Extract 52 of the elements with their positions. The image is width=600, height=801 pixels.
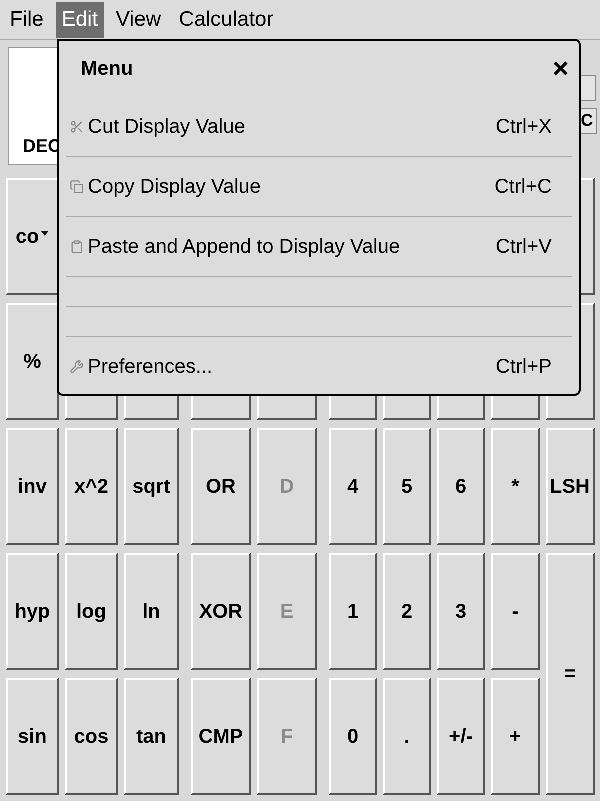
shortcut-label: Ctrl+P <box>496 355 552 380</box>
keypad-button[interactable]: ln <box>124 553 179 670</box>
keypad-button[interactable]: hyp <box>6 553 59 670</box>
clipboard-icon <box>70 240 84 254</box>
menu-item[interactable]: Cut Display Value Ctrl+X <box>66 97 572 157</box>
keypad-button[interactable]: 2 <box>383 553 431 670</box>
menu-title: Menu <box>81 57 134 82</box>
scissors-icon <box>70 120 84 134</box>
dropdown-button[interactable]: co <box>6 178 59 295</box>
keypad-button[interactable]: XOR <box>191 553 251 670</box>
caret-icon <box>41 231 50 236</box>
clear-button[interactable]: C <box>581 108 597 134</box>
keypad-button[interactable]: sin <box>6 678 59 795</box>
keypad-button[interactable]: inv <box>6 428 59 545</box>
keypad-button[interactable]: log <box>65 553 118 670</box>
keypad-button[interactable]: 5 <box>383 428 431 545</box>
keypad-button[interactable]: +/- <box>437 678 485 795</box>
menu-item-label: Copy Display Value <box>88 174 262 200</box>
keypad-button[interactable]: cos <box>65 678 118 795</box>
keypad-button[interactable]: 4 <box>329 428 377 545</box>
shortcut-label: Ctrl+V <box>496 234 552 260</box>
menu-bar-item[interactable]: Calculator <box>173 2 280 38</box>
menu-item-label: Preferences... <box>88 355 214 380</box>
keypad-button[interactable]: = <box>546 553 595 795</box>
menu-bar-item[interactable]: Edit <box>56 2 104 38</box>
keypad-button[interactable]: * <box>491 428 540 545</box>
keypad-button[interactable]: % <box>6 303 59 420</box>
menu-item-label: Cut Display Value <box>88 114 246 140</box>
keypad-button[interactable]: x^2 <box>65 428 118 545</box>
keypad-button[interactable]: OR <box>191 428 251 545</box>
keypad-button[interactable]: 0 <box>329 678 377 795</box>
menu-item[interactable]: Paste and Append to Display Value Ctrl+V <box>66 217 572 277</box>
menu-item[interactable]: Copy Display Value Ctrl+C <box>66 157 572 217</box>
shortcut-label: Ctrl+C <box>494 174 552 200</box>
keypad-button[interactable]: 3 <box>437 553 485 670</box>
keypad-button[interactable]: CMP <box>191 678 251 795</box>
keypad-button[interactable]: - <box>491 553 540 670</box>
shortcut-label: Ctrl+X <box>496 114 552 140</box>
wrench-icon <box>70 360 84 374</box>
keypad-button[interactable]: . <box>383 678 431 795</box>
keypad-button[interactable]: + <box>491 678 540 795</box>
menu-bar-item[interactable]: File <box>4 2 50 38</box>
keypad-button[interactable]: LSH <box>546 428 595 545</box>
menu-item[interactable]: Preferences... Ctrl+P <box>66 337 572 397</box>
keypad-button[interactable]: tan <box>124 678 179 795</box>
menu-bar-item[interactable]: View <box>110 2 168 38</box>
keypad-button[interactable]: 1 <box>329 553 377 670</box>
keypad-button[interactable]: sqrt <box>124 428 179 545</box>
close-button[interactable]: × <box>550 55 571 83</box>
copy-icon <box>70 180 84 194</box>
menu-item-label: Paste and Append to Display Value <box>88 234 402 260</box>
keypad-button[interactable]: 6 <box>437 428 485 545</box>
